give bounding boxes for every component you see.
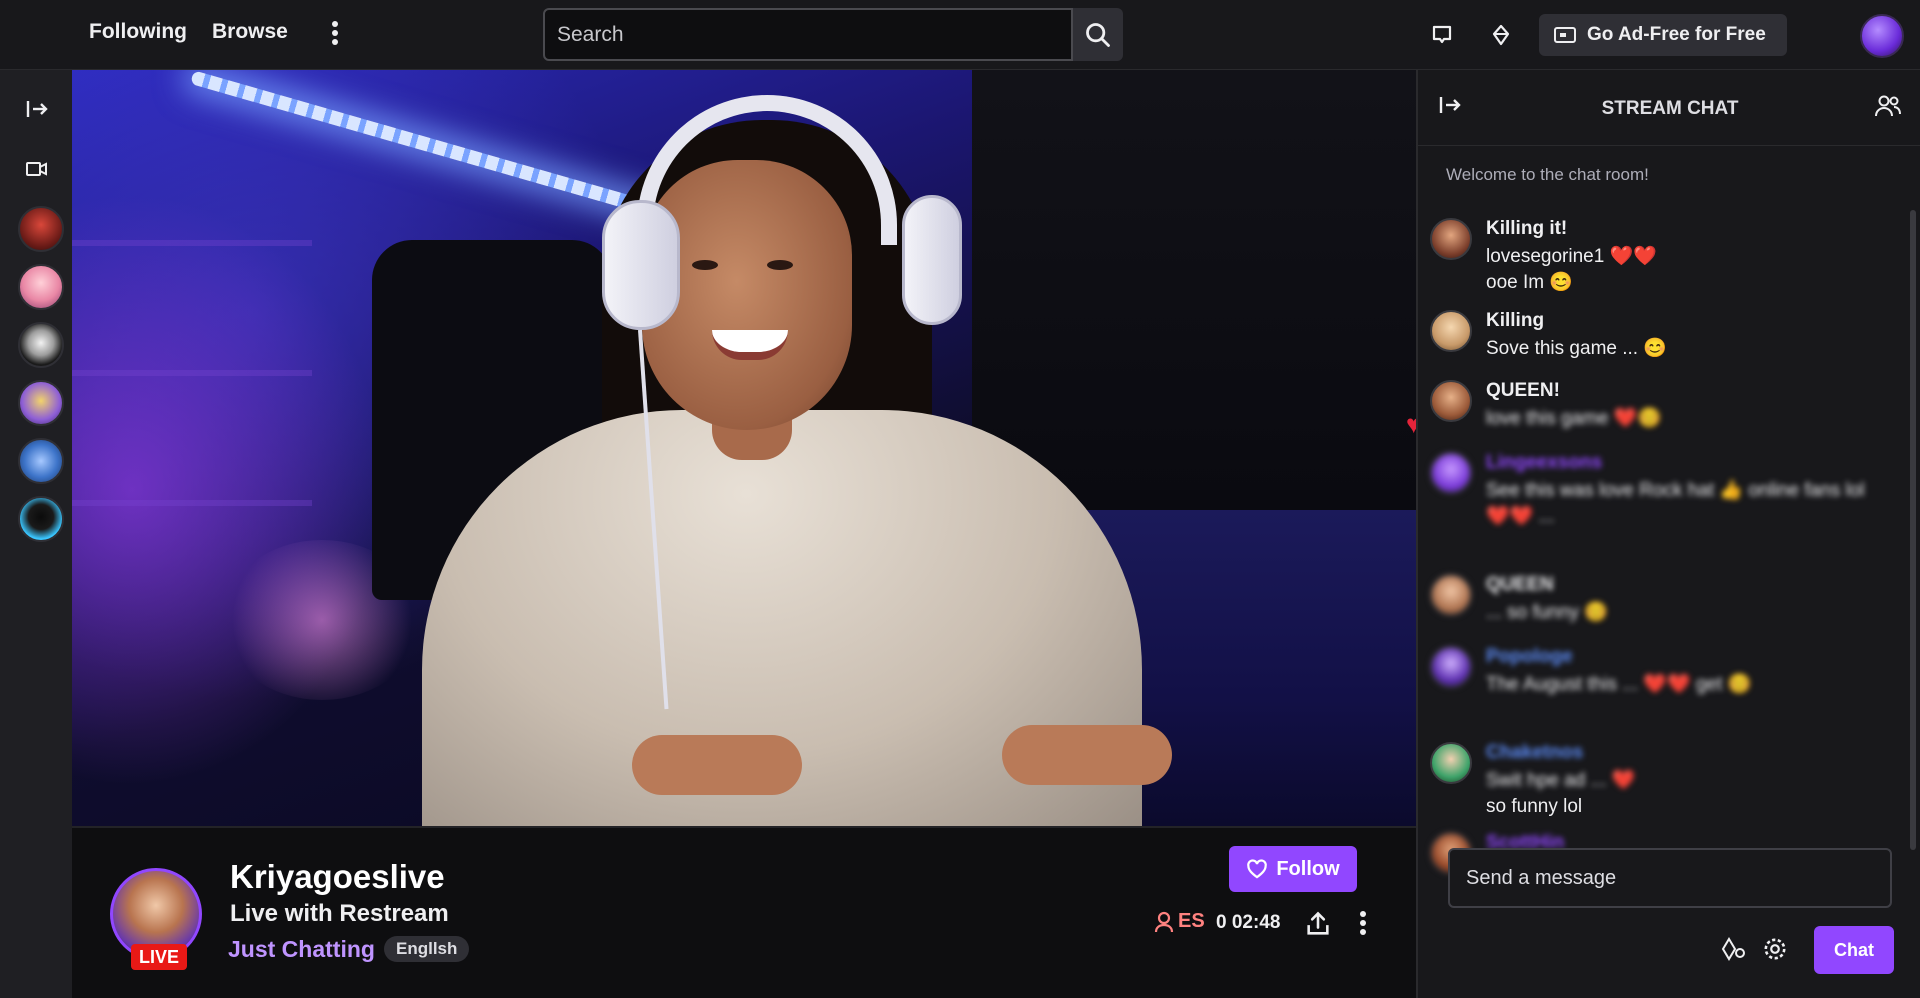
search-icon bbox=[1086, 22, 1110, 47]
follow-label: Follow bbox=[1276, 857, 1340, 880]
viewer-count: ES bbox=[1154, 910, 1205, 933]
chat-username[interactable]: Chaketnos bbox=[1486, 742, 1583, 764]
community-users-icon[interactable] bbox=[1874, 92, 1906, 124]
chat-username[interactable]: Killing bbox=[1486, 310, 1544, 332]
chat-header: STREAM CHAT bbox=[1418, 70, 1920, 146]
chat-user-avatar[interactable] bbox=[1430, 452, 1472, 494]
followed-channel-avatar[interactable] bbox=[18, 206, 64, 252]
chat-input[interactable] bbox=[1450, 850, 1890, 906]
video-player[interactable]: ♥ ♥ bbox=[72, 70, 1416, 826]
video-camera-icon[interactable] bbox=[22, 154, 52, 184]
gear-icon[interactable] bbox=[1758, 932, 1792, 966]
chat-username[interactable]: QUEEN! bbox=[1486, 380, 1560, 402]
streamer-name[interactable]: Kriyagoeslive bbox=[222, 858, 453, 896]
left-sidebar bbox=[0, 70, 72, 998]
more-options-icon[interactable] bbox=[326, 18, 344, 52]
chat-text: Sove this game ... 😊 bbox=[1486, 338, 1668, 359]
floating-heart-icon: ♥ bbox=[1406, 409, 1416, 439]
viewer-count-value: ES bbox=[1178, 910, 1205, 932]
stream-info-bar: LIVE Kriyagoeslive Live with Restream Ju… bbox=[72, 826, 1416, 998]
search-button[interactable] bbox=[1073, 8, 1123, 61]
chat-scrollbar[interactable] bbox=[1910, 210, 1916, 850]
go-ad-free-button[interactable]: Go Ad-Free for Free bbox=[1539, 14, 1787, 56]
chat-text: Swit hpe ad ... ❤️ so funny lol bbox=[1486, 770, 1636, 817]
chat-text: ... so funny 😊 bbox=[1486, 602, 1608, 623]
category-link[interactable]: Just Chatting bbox=[228, 936, 375, 963]
chat-welcome-message: Welcome to the chat room! bbox=[1446, 165, 1649, 184]
chat-username[interactable]: Popologe bbox=[1486, 646, 1573, 668]
search-field[interactable] bbox=[543, 8, 1073, 61]
chat-text: See this was love Rock hat 👍 online fans… bbox=[1486, 480, 1865, 527]
chat-username[interactable]: QUEEN bbox=[1486, 574, 1554, 596]
follow-button[interactable]: Follow bbox=[1229, 846, 1357, 892]
chat-title: STREAM CHAT bbox=[1601, 98, 1739, 119]
chat-text: love this game ❤️😊 bbox=[1486, 408, 1662, 429]
more-options-icon[interactable] bbox=[1354, 908, 1372, 942]
stream-uptime: 0 02:48 bbox=[1216, 912, 1281, 933]
top-nav: Following Browse Go Ad-Free for Free bbox=[0, 0, 1920, 70]
nav-browse-link[interactable]: Browse bbox=[212, 20, 288, 44]
expand-sidebar-icon[interactable] bbox=[22, 94, 52, 124]
chat-user-avatar[interactable] bbox=[1430, 742, 1472, 784]
language-tag[interactable]: Engllsh bbox=[384, 936, 470, 962]
chat-text: lovesegorine1 ❤️❤️ ooe Im 😊 bbox=[1486, 246, 1657, 293]
stream-chat-panel: STREAM CHAT Welcome to the chat room! Ki… bbox=[1416, 70, 1920, 998]
user-avatar[interactable] bbox=[1860, 14, 1904, 58]
chat-text: The August this ... ❤️❤️ get 😊 bbox=[1486, 674, 1752, 695]
go-ad-free-label: Go Ad-Free for Free bbox=[1587, 24, 1766, 45]
ticket-icon bbox=[1554, 27, 1576, 43]
prime-crown-icon[interactable] bbox=[1486, 20, 1516, 50]
followed-channel-avatar[interactable] bbox=[18, 322, 64, 368]
viewer-icon bbox=[1154, 911, 1174, 932]
chat-user-avatar[interactable] bbox=[1430, 310, 1472, 352]
nav-following-link[interactable]: Following bbox=[89, 20, 187, 44]
followed-channel-avatar[interactable] bbox=[18, 496, 64, 542]
share-icon[interactable] bbox=[1304, 910, 1334, 940]
stream-title: Live with Restream bbox=[230, 900, 449, 927]
streamer-video-feed bbox=[302, 95, 1172, 826]
chat-user-avatar[interactable] bbox=[1430, 218, 1472, 260]
live-badge: LIVE bbox=[131, 944, 187, 970]
chat-message-field[interactable] bbox=[1448, 848, 1892, 908]
chat-user-avatar[interactable] bbox=[1430, 380, 1472, 422]
heart-outline-icon bbox=[1247, 859, 1268, 879]
chat-send-button[interactable]: Chat bbox=[1814, 926, 1894, 974]
followed-channel-avatar[interactable] bbox=[18, 438, 64, 484]
followed-channel-avatar[interactable] bbox=[18, 380, 64, 426]
bits-icon[interactable] bbox=[1716, 932, 1750, 966]
search-input[interactable] bbox=[545, 10, 1071, 59]
chat-user-avatar[interactable] bbox=[1430, 646, 1472, 688]
inbox-icon[interactable] bbox=[1427, 20, 1457, 50]
chat-username[interactable]: Lingeexsons bbox=[1486, 452, 1602, 474]
chat-user-avatar[interactable] bbox=[1430, 574, 1472, 616]
followed-channel-avatar[interactable] bbox=[18, 264, 64, 310]
chat-username[interactable]: Killing it! bbox=[1486, 218, 1567, 240]
